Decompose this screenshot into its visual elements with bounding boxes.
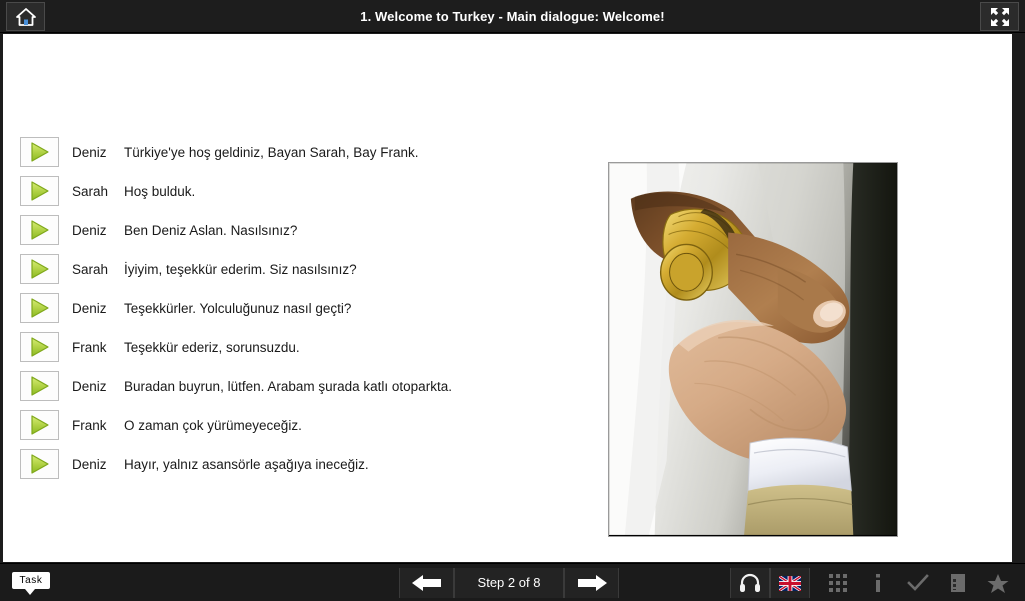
speaker-name: Deniz <box>72 222 107 238</box>
star-icon <box>987 573 1009 593</box>
info-icon <box>876 574 880 592</box>
speaker-name: Deniz <box>72 378 107 394</box>
dialogue-row: Deniz Teşekkürler. Yolculuğunuz nasıl ge… <box>20 293 590 323</box>
lesson-player-window: 1. Welcome to Turkey - Main dialogue: We… <box>0 0 1025 601</box>
speaker-name: Deniz <box>72 456 107 472</box>
dialogue-text: Hoş bulduk. <box>124 183 196 199</box>
play-line-button[interactable] <box>20 254 59 284</box>
dialogue-text: Hayır, yalnız asansörle aşağıya ineceğiz… <box>124 456 369 472</box>
info-button[interactable] <box>858 568 898 598</box>
handshake-photo-image <box>609 163 897 536</box>
handshake-photo <box>608 162 898 537</box>
dialogue-text: Buradan buyrun, lütfen. Arabam şurada ka… <box>124 378 452 394</box>
play-triangle-icon <box>30 142 49 162</box>
task-button[interactable]: Task <box>12 572 50 595</box>
play-line-button[interactable] <box>20 332 59 362</box>
audio-button[interactable] <box>730 568 770 598</box>
bottom-toolbar: Task Step 2 of 8 <box>0 563 1025 601</box>
grid-dots-icon <box>829 574 847 592</box>
play-triangle-icon <box>30 181 49 201</box>
fullscreen-button[interactable] <box>980 2 1019 31</box>
play-line-button[interactable] <box>20 449 59 479</box>
dialogue-text: İyiyim, teşekkür ederim. Siz nasılsınız? <box>124 261 357 277</box>
dialogue-row: Sarah İyiyim, teşekkür ederim. Siz nasıl… <box>20 254 590 284</box>
dialogue-row: Frank O zaman çok yürümeyeceğiz. <box>20 410 590 440</box>
dialogue-list: Deniz Türkiye'ye hoş geldiniz, Bayan Sar… <box>20 137 590 488</box>
uk-flag-icon <box>779 575 801 591</box>
title-bar: 1. Welcome to Turkey - Main dialogue: We… <box>0 0 1025 33</box>
arrow-left-icon <box>411 575 441 591</box>
dialogue-text: Ben Deniz Aslan. Nasılsınız? <box>124 222 298 238</box>
play-line-button[interactable] <box>20 137 59 167</box>
dialogue-text: Teşekkürler. Yolculuğunuz nasıl geçti? <box>124 300 352 316</box>
play-line-button[interactable] <box>20 293 59 323</box>
speaker-name: Sarah <box>72 183 109 199</box>
dialogue-text: Teşekkür ederiz, sorunsuzdu. <box>124 339 300 355</box>
play-triangle-icon <box>30 298 49 318</box>
play-line-button[interactable] <box>20 410 59 440</box>
dialogue-row: Deniz Buradan buyrun, lütfen. Arabam şur… <box>20 371 590 401</box>
language-button[interactable] <box>770 568 810 598</box>
play-triangle-icon <box>30 337 49 357</box>
fullscreen-expand-icon <box>990 7 1009 26</box>
speaker-name: Sarah <box>72 261 109 277</box>
play-triangle-icon <box>30 376 49 396</box>
play-triangle-icon <box>30 220 49 240</box>
speaker-name: Deniz <box>72 144 107 160</box>
dialogue-row: Sarah Hoş bulduk. <box>20 176 590 206</box>
lesson-content-area: Deniz Türkiye'ye hoş geldiniz, Bayan Sar… <box>3 34 1012 562</box>
step-navigation: Step 2 of 8 <box>399 568 619 598</box>
speaker-name: Deniz <box>72 300 107 316</box>
speaker-name: Frank <box>72 417 107 433</box>
arrow-right-icon <box>577 575 607 591</box>
next-step-button[interactable] <box>564 568 619 598</box>
overview-button[interactable] <box>818 568 858 598</box>
previous-step-button[interactable] <box>399 568 454 598</box>
notes-button[interactable] <box>938 568 978 598</box>
favourite-button[interactable] <box>978 568 1018 598</box>
page-title: 1. Welcome to Turkey - Main dialogue: We… <box>360 9 665 24</box>
play-line-button[interactable] <box>20 176 59 206</box>
dialogue-row: Frank Teşekkür ederiz, sorunsuzdu. <box>20 332 590 362</box>
dialogue-row: Deniz Ben Deniz Aslan. Nasılsınız? <box>20 215 590 245</box>
dialogue-row: Deniz Türkiye'ye hoş geldiniz, Bayan Sar… <box>20 137 590 167</box>
dialogue-text: Türkiye'ye hoş geldiniz, Bayan Sarah, Ba… <box>124 144 419 160</box>
play-line-button[interactable] <box>20 215 59 245</box>
play-line-button[interactable] <box>20 371 59 401</box>
play-triangle-icon <box>30 415 49 435</box>
step-indicator: Step 2 of 8 <box>454 568 564 598</box>
check-button[interactable] <box>898 568 938 598</box>
dialogue-text: O zaman çok yürümeyeceğiz. <box>124 417 302 433</box>
play-triangle-icon <box>30 259 49 279</box>
speaker-name: Frank <box>72 339 107 355</box>
headphones-icon <box>740 573 760 592</box>
tool-buttons <box>730 568 1018 598</box>
play-triangle-icon <box>30 454 49 474</box>
dialogue-row: Deniz Hayır, yalnız asansörle aşağıya in… <box>20 449 590 479</box>
notebook-icon <box>951 574 965 592</box>
checkmark-icon <box>907 574 929 591</box>
